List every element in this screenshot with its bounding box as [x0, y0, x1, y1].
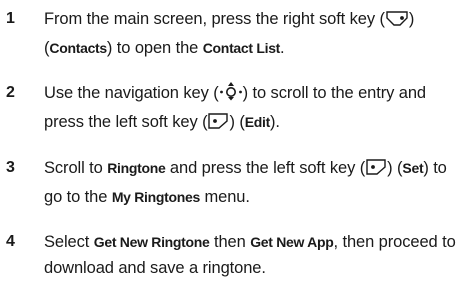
- step-text-run: and press the left soft key (: [165, 159, 366, 177]
- key-label: Ringtone: [107, 160, 166, 176]
- step-text: Scroll to Ringtone and press the left so…: [44, 155, 456, 210]
- step-number: 1: [6, 10, 15, 27]
- step-text-run: ) (: [387, 159, 403, 177]
- step-text-run: Use the navigation key (: [44, 84, 219, 102]
- key-label: Get New Ringtone: [93, 234, 210, 250]
- key-label: Set: [402, 160, 424, 176]
- step-text-run: ) (: [229, 113, 245, 131]
- key-label: Get New App: [250, 234, 334, 250]
- key-label: Contacts: [49, 40, 107, 56]
- step-text-run: .: [280, 39, 285, 57]
- navigation-key-icon: [219, 81, 243, 109]
- step-text-run: Select: [44, 233, 94, 251]
- left-soft-key-icon: [365, 158, 387, 184]
- step-text-run: From the main screen, press the right so…: [44, 10, 385, 28]
- step-text-run: ).: [270, 113, 280, 131]
- step-text-run: then: [209, 233, 251, 251]
- step-text: From the main screen, press the right so…: [44, 6, 456, 61]
- key-label: Contact List: [202, 40, 281, 56]
- step-number: 2: [6, 84, 15, 101]
- step-text-run: Scroll to: [44, 159, 108, 177]
- step-text: Use the navigation key () to scroll to t…: [44, 80, 456, 138]
- step-text-run: menu.: [200, 188, 250, 206]
- right-soft-key-icon: [385, 9, 409, 35]
- step-number: 3: [6, 159, 15, 176]
- key-label: My Ringtones: [111, 189, 200, 205]
- step-text: Select Get New Ringtone then Get New App…: [44, 229, 456, 281]
- step-text-run: ) to open the: [106, 39, 203, 57]
- step-number: 4: [6, 233, 15, 250]
- left-soft-key-icon: [207, 112, 229, 138]
- key-label: Edit: [244, 114, 271, 130]
